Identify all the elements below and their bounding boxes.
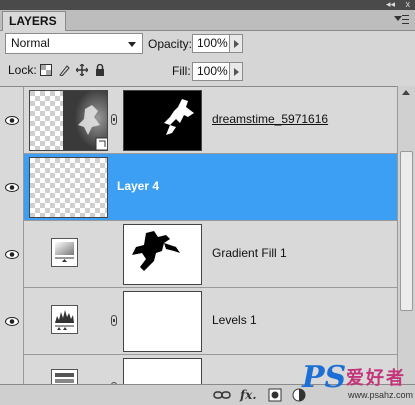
eye-icon — [5, 250, 19, 259]
layer-row-selected[interactable]: Layer 4 — [0, 154, 397, 221]
levels-icon[interactable] — [51, 305, 78, 334]
site-watermark: PS 爱好者 www.psahz.com — [300, 360, 414, 404]
layer-row[interactable]: dreamstime_5971616 — [0, 87, 397, 154]
chevron-down-icon — [128, 42, 136, 47]
layer-thumbnail[interactable] — [29, 90, 108, 151]
eye-icon — [5, 116, 19, 125]
link-icon[interactable] — [111, 315, 117, 326]
panel-menu-icon[interactable] — [393, 14, 409, 26]
close-panel-icon[interactable]: x — [406, 0, 411, 9]
watermark-logo: PS — [302, 360, 347, 395]
layer-name[interactable]: Gradient Fill 1 — [212, 246, 287, 260]
layers-scrollbar[interactable] — [397, 86, 415, 384]
opacity-input[interactable]: 100% — [192, 34, 230, 53]
panel-tab-row: LAYERS — [0, 10, 415, 31]
hue-saturation-icon[interactable] — [51, 369, 78, 384]
layer-mask-thumbnail[interactable] — [123, 358, 202, 384]
tab-layers[interactable]: LAYERS — [2, 11, 66, 31]
opacity-slider-button[interactable] — [230, 34, 243, 53]
visibility-toggle[interactable] — [0, 87, 24, 154]
fx-icon[interactable]: fx. — [240, 388, 257, 402]
visibility-toggle[interactable] — [0, 288, 24, 355]
layer-name[interactable]: Layer 4 — [117, 179, 159, 193]
scrollbar-thumb[interactable] — [400, 151, 413, 311]
layer-mask-thumbnail[interactable] — [123, 90, 202, 151]
watermark-chinese-text: 爱好者 — [346, 368, 406, 388]
fill-input[interactable]: 100% — [192, 62, 230, 81]
layer-row[interactable]: Gradient Fill 1 — [0, 221, 397, 288]
visibility-toggle[interactable] — [0, 154, 24, 221]
layers-list: dreamstime_5971616 Layer 4 Gradient Fill… — [0, 86, 397, 384]
fill-label: Fill: — [172, 64, 191, 78]
layer-row[interactable]: Levels 1 — [0, 288, 397, 355]
layer-mask-thumbnail[interactable] — [123, 224, 202, 285]
lock-image-pixels-icon[interactable] — [58, 64, 70, 76]
fill-slider-button[interactable] — [230, 62, 243, 81]
collapse-panel-icon[interactable]: ◂◂ — [386, 0, 395, 9]
visibility-toggle[interactable] — [0, 355, 24, 384]
layer-name[interactable]: Levels 1 — [212, 313, 257, 327]
add-mask-icon[interactable] — [268, 388, 282, 402]
gradient-fill-icon[interactable] — [51, 238, 78, 267]
lock-transparent-pixels-icon[interactable] — [40, 64, 52, 76]
blend-mode-select[interactable]: Normal — [5, 33, 143, 54]
eye-icon — [5, 183, 19, 192]
scroll-up-icon[interactable] — [402, 90, 410, 95]
lock-position-icon[interactable] — [76, 64, 88, 76]
layer-thumbnail[interactable] — [29, 157, 108, 218]
visibility-toggle[interactable] — [0, 221, 24, 288]
blend-mode-value: Normal — [11, 36, 50, 50]
layer-name[interactable]: dreamstime_5971616 — [212, 112, 328, 126]
link-icon[interactable] — [111, 114, 117, 125]
layer-mask-thumbnail[interactable] — [123, 291, 202, 352]
lock-all-icon[interactable] — [94, 64, 106, 76]
opacity-label: Opacity: — [148, 37, 193, 51]
watermark-url: www.psahz.com — [348, 390, 414, 400]
link-layers-icon[interactable] — [213, 388, 231, 402]
eye-icon — [5, 317, 19, 326]
panel-title-bar: ◂◂ x — [0, 0, 415, 10]
lock-label: Lock: — [8, 63, 37, 77]
